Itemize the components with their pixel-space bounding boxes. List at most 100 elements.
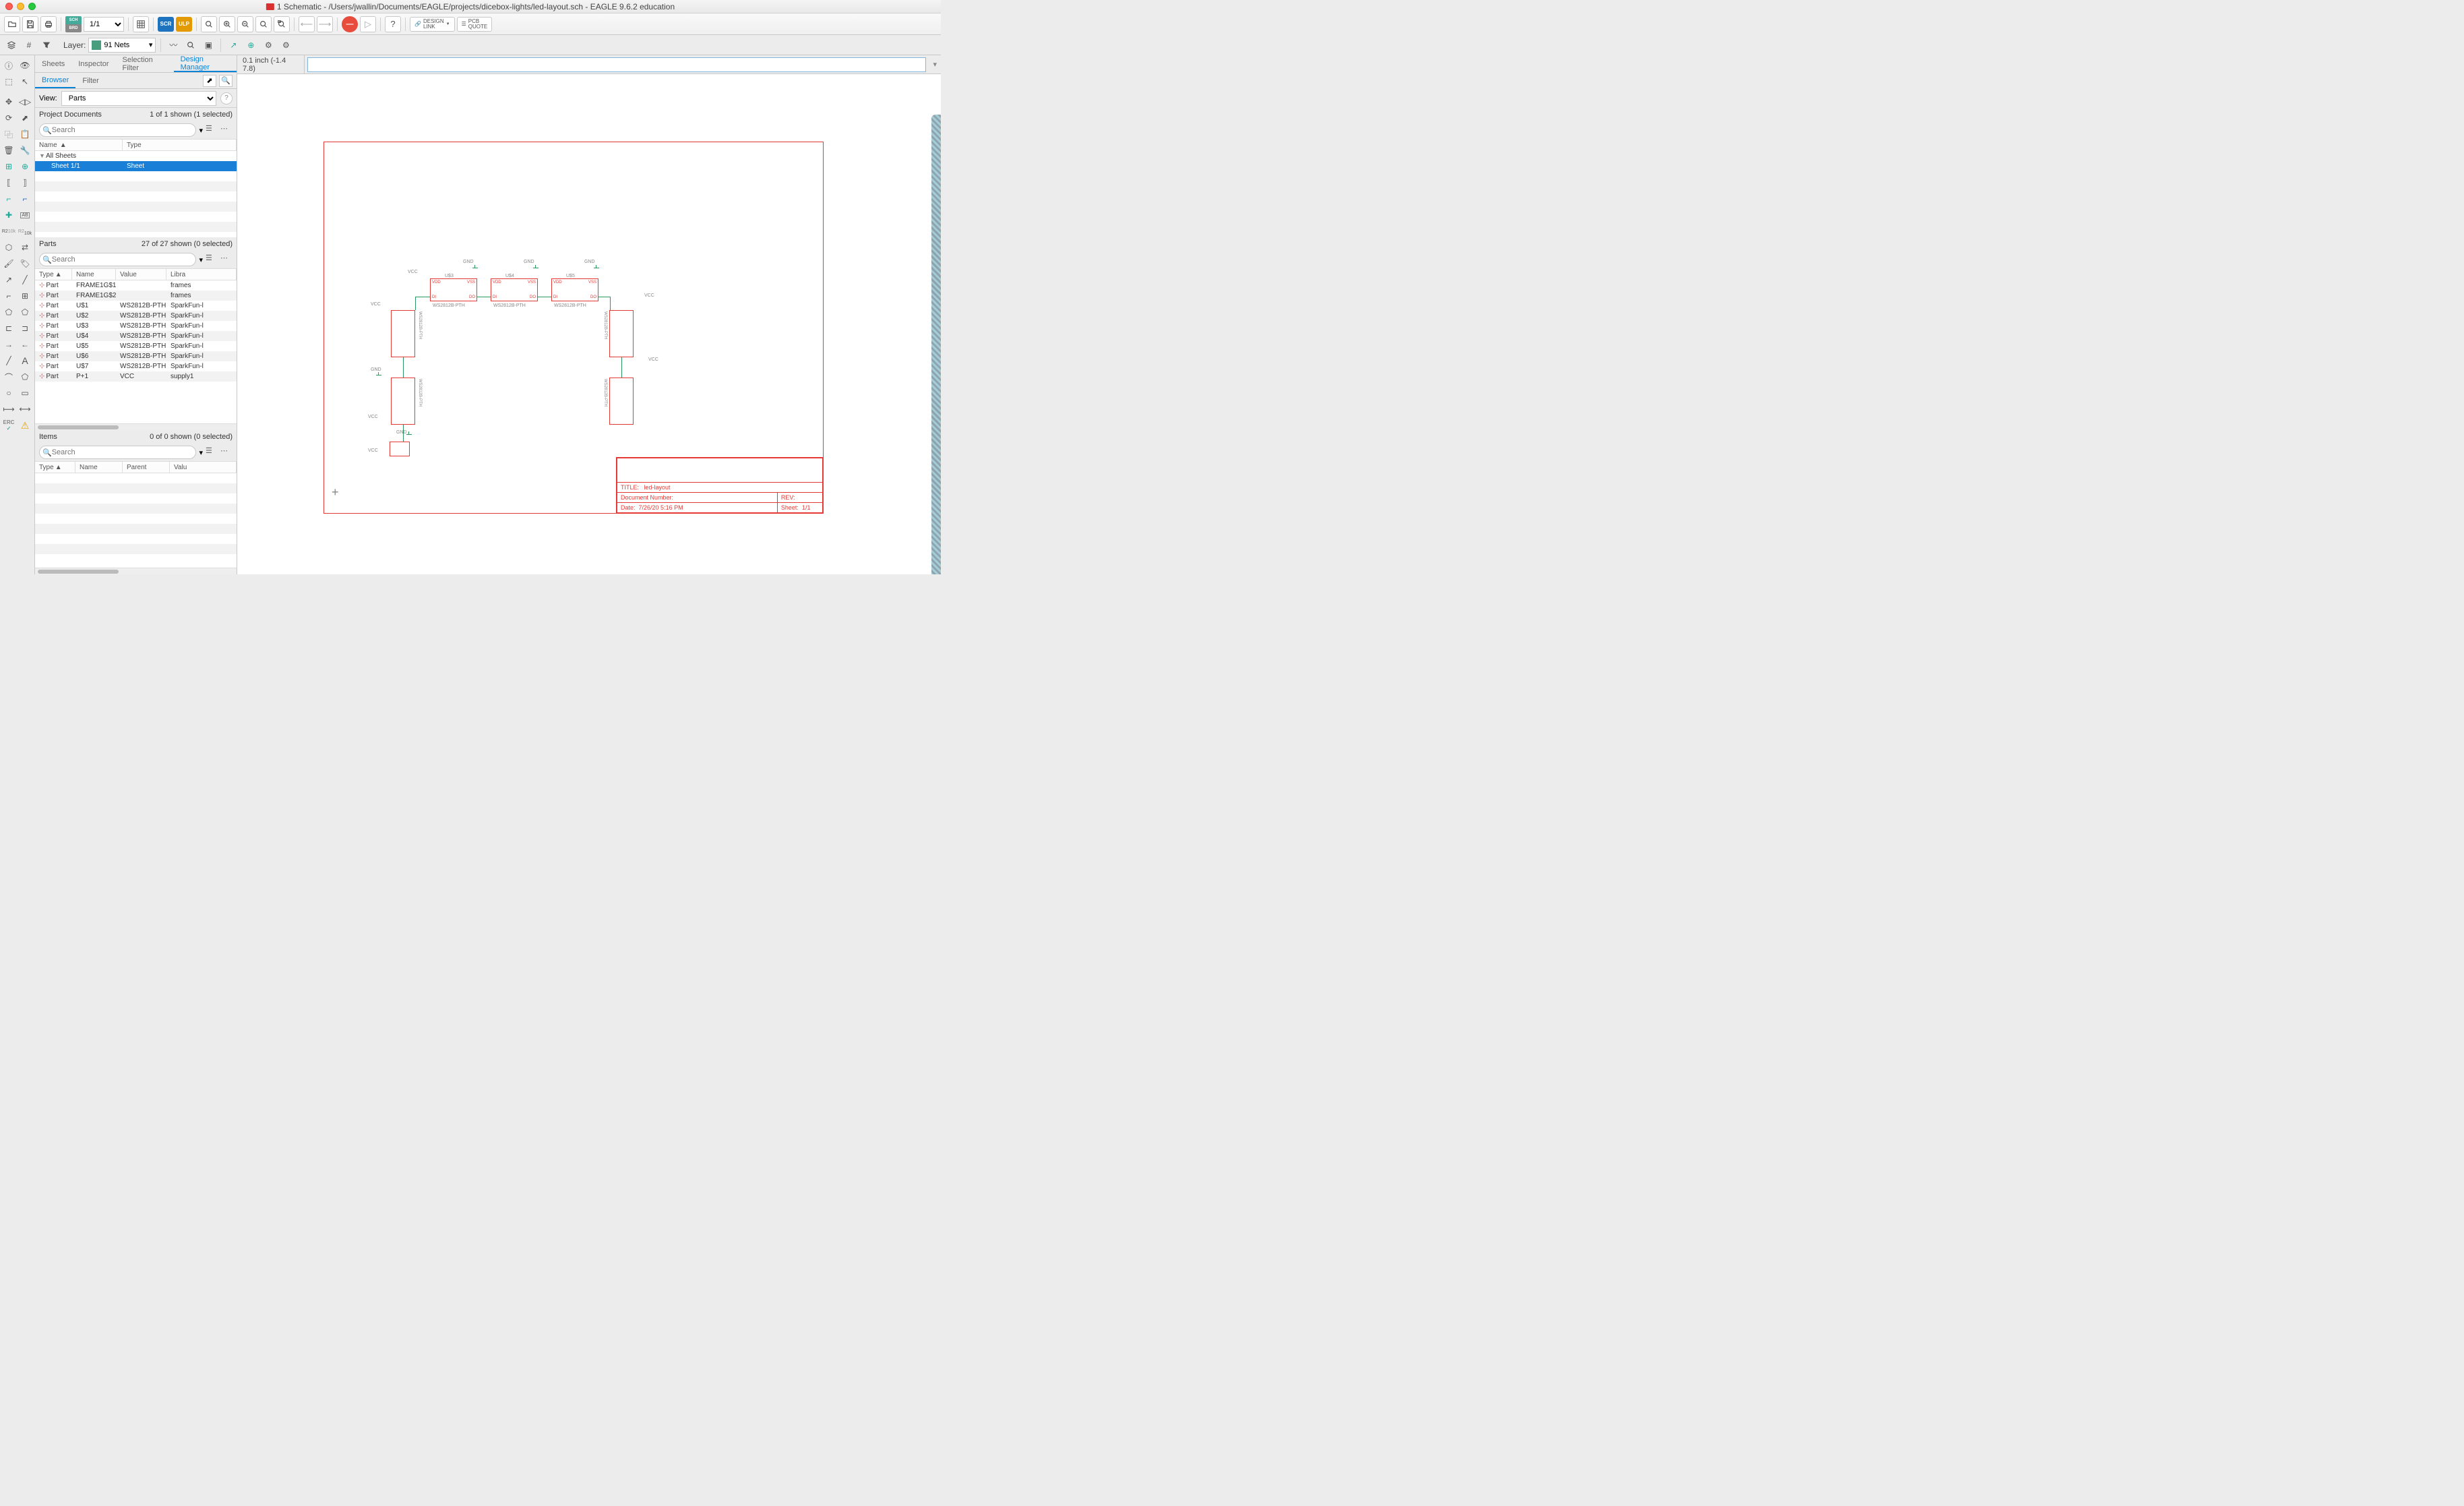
help-button[interactable]: ? (385, 16, 401, 32)
tab-inspector[interactable]: Inspector (71, 55, 115, 72)
highlight-button[interactable]: ▣ (201, 38, 216, 53)
paint-tool[interactable]: 🖌 (1, 256, 16, 271)
list-view-icon[interactable]: ☰ (206, 446, 218, 458)
add-net-button[interactable]: ⊕ (243, 38, 258, 53)
table-row[interactable]: ⊹PartU$2WS2812B-PTHSparkFun-l (35, 311, 237, 321)
circle-tool[interactable]: ○ (1, 386, 16, 400)
close-window[interactable] (5, 3, 13, 10)
table-row[interactable]: Sheet 1/1Sheet (35, 161, 237, 171)
locate-button[interactable]: ⬈ (203, 75, 216, 87)
parts-grid[interactable]: ⊹PartFRAME1G$1frames⊹PartFRAME1G$2frames… (35, 280, 237, 423)
sheet-selector[interactable]: 1/1 (84, 17, 124, 32)
tab-selection-filter[interactable]: Selection Filter (116, 55, 174, 72)
zoom-fit-button[interactable] (201, 16, 217, 32)
paste-tool[interactable]: 📋 (18, 127, 32, 142)
arc-tool[interactable]: ⌒ (1, 369, 16, 384)
layer-selector[interactable]: 91 Nets▾ (88, 38, 156, 53)
layers-button[interactable] (4, 38, 19, 53)
junction-tool[interactable]: ✚ (1, 208, 16, 222)
more-icon[interactable]: ⋯ (220, 124, 233, 136)
tab-sheets[interactable]: Sheets (35, 55, 71, 72)
table-row[interactable]: ⊹PartU$1WS2812B-PTHSparkFun-l (35, 301, 237, 311)
design-link-button[interactable]: 🔗DESIGNLINK▼ (410, 17, 455, 32)
polygon-tool[interactable]: ⬠ (1, 305, 16, 320)
group-move-tool[interactable]: ⬈ (18, 111, 32, 125)
minimize-window[interactable] (17, 3, 24, 10)
save-button[interactable] (22, 16, 38, 32)
more-icon[interactable]: ⋯ (220, 446, 233, 458)
items-scrollbar[interactable] (35, 568, 237, 574)
search-dropdown-icon[interactable]: ▾ (199, 448, 203, 457)
replace-tool[interactable]: ⊕ (18, 159, 32, 174)
delete-tool[interactable]: 🗑 (1, 143, 16, 158)
redo-button[interactable]: ⟶ (317, 16, 333, 32)
zoom-select-button[interactable] (274, 16, 290, 32)
port-in-tool[interactable]: ⊏ (1, 321, 16, 336)
command-line[interactable] (307, 57, 926, 72)
go-button[interactable]: ▷ (360, 16, 376, 32)
cursor-tool[interactable]: ↖ (18, 74, 32, 89)
erc-button[interactable]: ERC✓ (1, 418, 16, 433)
label-tool[interactable]: AB (18, 208, 32, 222)
view-help-icon[interactable]: ? (220, 92, 233, 104)
more-icon[interactable]: ⋯ (220, 253, 233, 266)
stop-button[interactable]: — (342, 16, 358, 32)
ulp-button[interactable]: ULP (176, 17, 192, 32)
view-selector[interactable]: Parts (61, 91, 216, 106)
gate-close-tool[interactable]: ⟦ (1, 175, 16, 190)
dimension-tool[interactable]: ⟼ (1, 402, 16, 417)
table-row[interactable]: ⊹PartU$4WS2812B-PTHSparkFun-l (35, 331, 237, 341)
table-row[interactable]: ⊹PartFRAME1G$1frames (35, 280, 237, 291)
selector-tool[interactable]: ⬚ (1, 74, 16, 89)
undo-button[interactable]: ⟵ (299, 16, 315, 32)
sch-brd-toggle[interactable]: SCHBRD (65, 16, 82, 32)
table-row[interactable]: ⊹PartP+1VCCsupply1 (35, 371, 237, 382)
dimension2-tool[interactable]: ⟷ (18, 402, 32, 417)
wrench-tool[interactable]: 🔧 (18, 143, 32, 158)
schematic-canvas[interactable]: + U$3 VDD VSS DI DO WS2812B-PTH GND U$4 … (237, 74, 941, 574)
gear1-icon[interactable]: ⚙ (261, 38, 276, 53)
maximize-window[interactable] (28, 3, 36, 10)
grid-toggle[interactable]: # (22, 38, 36, 53)
port-out-tool[interactable]: ⊐ (18, 321, 32, 336)
search-dropdown-icon[interactable]: ▾ (199, 126, 203, 135)
rect-tool[interactable]: ▭ (18, 386, 32, 400)
pcb-quote-button[interactable]: ☰PCBQUOTE (457, 17, 493, 32)
list-view-icon[interactable]: ☰ (206, 253, 218, 266)
open-button[interactable] (4, 16, 20, 32)
items-search[interactable]: 🔍 (39, 446, 196, 459)
rotate-tool[interactable]: ⟳ (1, 111, 16, 125)
move-tool[interactable]: ✥ (1, 94, 16, 109)
tag-tool[interactable]: 🏷 (18, 256, 32, 271)
value-tool[interactable]: R210k (18, 224, 32, 239)
arrow-in-tool[interactable]: → (1, 337, 16, 352)
subtab-filter[interactable]: Filter (75, 73, 105, 88)
docs-search[interactable]: 🔍 (39, 123, 196, 137)
search-dropdown-icon[interactable]: ▾ (199, 255, 203, 264)
zoom-in-button[interactable] (219, 16, 235, 32)
invoke-tool[interactable]: ⊞ (18, 289, 32, 303)
cmdline-dropdown-icon[interactable]: ▾ (929, 60, 941, 69)
parts-scrollbar[interactable] (35, 423, 237, 430)
subtab-browser[interactable]: Browser (35, 73, 75, 88)
filter-icon[interactable] (39, 38, 54, 53)
warnings-button[interactable]: ⚠ (18, 418, 32, 433)
table-row[interactable]: ⊹PartU$3WS2812B-PTHSparkFun-l (35, 321, 237, 331)
table-row[interactable]: ⊹PartU$5WS2812B-PTHSparkFun-l (35, 341, 237, 351)
items-grid[interactable] (35, 473, 237, 568)
polygon-pour-tool[interactable]: ⬠ (18, 305, 32, 320)
grid-button[interactable] (133, 16, 149, 32)
smash-tool[interactable]: ⬡ (1, 240, 16, 255)
hexagon-tool[interactable]: ⬠ (18, 369, 32, 384)
zoom-out-button[interactable] (237, 16, 253, 32)
gear2-icon[interactable]: ⚙ (278, 38, 293, 53)
gate-open-tool[interactable]: ⟧ (18, 175, 32, 190)
zoom-redraw-button[interactable] (255, 16, 272, 32)
print-button[interactable] (40, 16, 57, 32)
name-tool[interactable]: R210k (1, 224, 16, 239)
table-row[interactable]: ⊹PartU$7WS2812B-PTHSparkFun-l (35, 361, 237, 371)
wire-draw-tool[interactable]: ╱ (1, 353, 16, 368)
wire-style-button[interactable]: 〰 (166, 38, 181, 53)
tab-design-manager[interactable]: Design Manager (174, 55, 237, 72)
table-row[interactable]: ⊹PartU$6WS2812B-PTHSparkFun-l (35, 351, 237, 361)
